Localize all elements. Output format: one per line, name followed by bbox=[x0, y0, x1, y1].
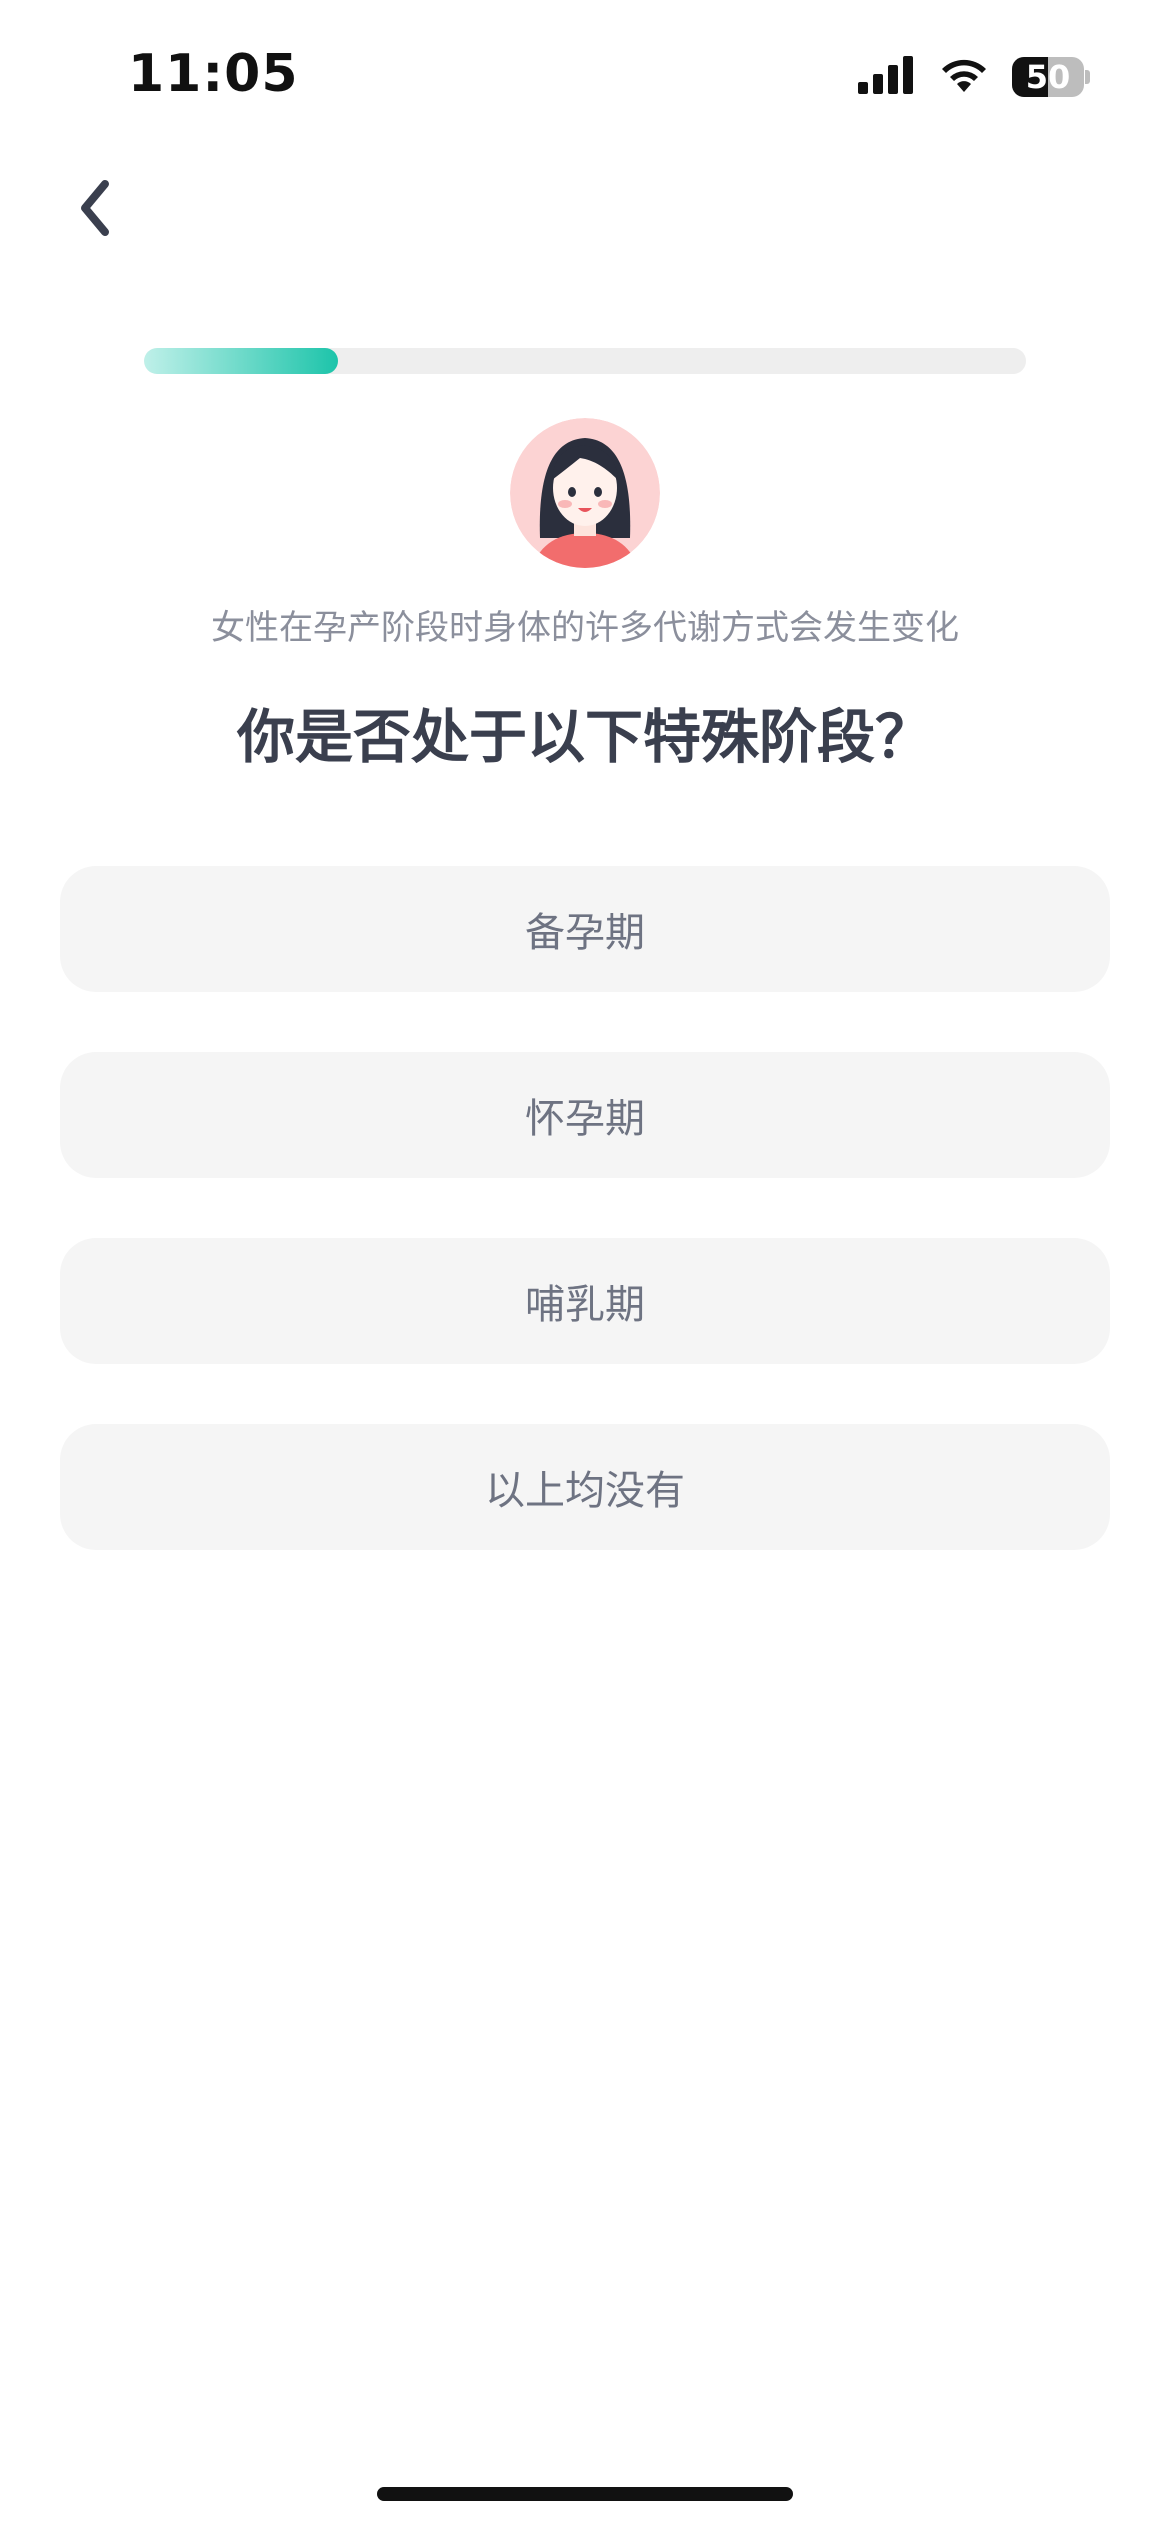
chevron-left-icon bbox=[75, 178, 115, 242]
cellular-signal-icon bbox=[858, 56, 916, 98]
option-label: 怀孕期 bbox=[525, 1096, 645, 1142]
progress-fill bbox=[144, 348, 339, 374]
battery-icon: 50 bbox=[1012, 57, 1090, 97]
wifi-icon bbox=[938, 56, 990, 98]
option-breastfeeding[interactable]: 哺乳期 bbox=[60, 1238, 1110, 1364]
progress-bar bbox=[144, 348, 1026, 374]
question-title: 你是否处于以下特殊阶段？ bbox=[236, 703, 933, 771]
option-preparing-pregnancy[interactable]: 备孕期 bbox=[60, 866, 1110, 992]
battery-level: 50 bbox=[1025, 58, 1071, 96]
option-label: 以上均没有 bbox=[485, 1468, 685, 1514]
status-time: 11:05 bbox=[128, 44, 299, 104]
woman-avatar-icon bbox=[510, 418, 660, 568]
options-list: 备孕期 怀孕期 哺乳期 以上均没有 bbox=[60, 866, 1110, 1610]
home-indicator[interactable] bbox=[377, 2487, 793, 2501]
status-indicators: 50 bbox=[858, 56, 1090, 98]
battery-tip bbox=[1085, 70, 1090, 84]
status-bar: 11:05 50 bbox=[0, 0, 1170, 150]
option-label: 哺乳期 bbox=[525, 1282, 645, 1328]
option-pregnancy[interactable]: 怀孕期 bbox=[60, 1052, 1110, 1178]
subtitle: 女性在孕产阶段时身体的许多代谢方式会发生变化 bbox=[211, 608, 959, 648]
option-label: 备孕期 bbox=[525, 910, 645, 956]
back-button[interactable] bbox=[50, 165, 140, 255]
option-none[interactable]: 以上均没有 bbox=[60, 1424, 1110, 1550]
